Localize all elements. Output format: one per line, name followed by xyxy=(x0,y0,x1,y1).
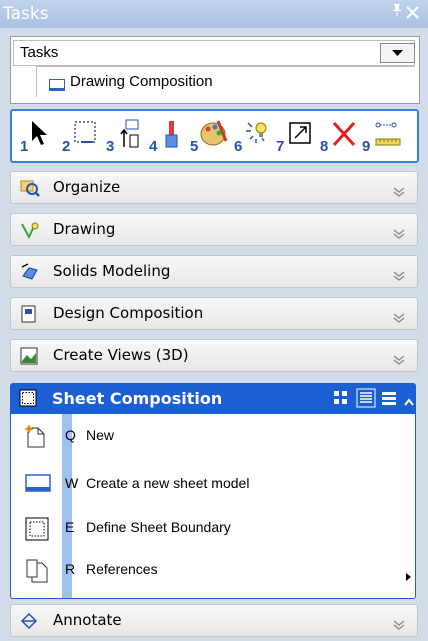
palette-icon xyxy=(200,120,228,146)
section-label: Design Composition xyxy=(53,304,204,322)
window-title: Tasks xyxy=(3,4,49,24)
light-bulb-icon xyxy=(246,122,267,143)
task-label: Drawing Composition xyxy=(70,73,213,90)
section-label: Drawing xyxy=(53,220,116,238)
task-drawing-composition[interactable]: Drawing Composition xyxy=(36,66,415,97)
hotkey: R xyxy=(65,561,76,577)
tool-8-delete[interactable]: 8 xyxy=(320,119,360,155)
tool-5-palette[interactable]: 5 xyxy=(190,119,230,155)
hotkey: W xyxy=(65,475,79,491)
section-label: Sheet Composition xyxy=(52,389,223,408)
chevron-double-down-icon xyxy=(393,182,405,201)
command-new[interactable]: Q New xyxy=(11,418,415,454)
section-drawing[interactable]: Drawing xyxy=(10,213,418,246)
section-solids-modeling[interactable]: Solids Modeling xyxy=(10,255,418,288)
drawing-composition-icon xyxy=(49,76,65,95)
tool-number: 4 xyxy=(149,138,158,155)
command-define-sheet-boundary[interactable]: E Define Sheet Boundary xyxy=(11,510,415,546)
design-composition-icon xyxy=(20,305,38,327)
tasks-dropdown[interactable]: Tasks xyxy=(13,40,415,66)
measure-icon xyxy=(375,122,401,146)
tasks-dropdown-value: Tasks xyxy=(20,44,59,61)
tool-number: 2 xyxy=(62,138,71,155)
command-label: Define Sheet Boundary xyxy=(86,519,231,535)
fence-icon xyxy=(74,121,96,143)
select-arrow-icon xyxy=(32,121,47,145)
section-label: Solids Modeling xyxy=(53,262,171,280)
annotate-icon xyxy=(20,612,38,634)
chevron-up-icon[interactable] xyxy=(403,392,415,411)
pin-icon[interactable] xyxy=(391,3,403,21)
chevron-double-down-icon xyxy=(393,350,405,369)
chevron-double-down-icon xyxy=(393,224,405,243)
section-label: Organize xyxy=(53,178,121,196)
solids-icon xyxy=(20,263,40,285)
section-sheet-composition[interactable]: Sheet Composition xyxy=(10,383,416,414)
tool-3-manipulate[interactable]: 3 xyxy=(106,119,146,155)
organize-icon xyxy=(20,179,40,201)
list-view-icon[interactable] xyxy=(356,388,376,412)
paint-brush-icon xyxy=(165,121,178,148)
tool-number: 8 xyxy=(320,138,329,155)
sheet-boundary-icon xyxy=(25,517,49,545)
sheet-composition-icon xyxy=(19,389,37,411)
tool-1-select[interactable]: 1 xyxy=(20,119,60,155)
section-label: Create Views (3D) xyxy=(53,346,189,364)
chevron-double-down-icon xyxy=(393,615,405,634)
tool-number: 5 xyxy=(190,138,199,155)
section-annotate[interactable]: Annotate xyxy=(10,604,418,637)
tool-9-measure[interactable]: 9 xyxy=(362,119,402,155)
chevron-double-down-icon xyxy=(393,266,405,285)
section-label: Annotate xyxy=(53,611,122,629)
tool-2-fence[interactable]: 2 xyxy=(62,119,102,155)
submenu-arrow-icon xyxy=(406,566,411,585)
tool-number: 6 xyxy=(234,138,243,155)
command-references[interactable]: R References xyxy=(11,552,415,588)
sheet-model-icon xyxy=(25,473,51,497)
section-design-composition[interactable]: Design Composition xyxy=(10,297,418,330)
section-create-views[interactable]: Create Views (3D) xyxy=(10,339,418,372)
detail-view-icon[interactable] xyxy=(381,390,397,410)
drawing-icon xyxy=(20,221,40,243)
dropdown-button[interactable] xyxy=(380,43,415,63)
references-icon xyxy=(25,559,49,587)
task-toolbar: 1 2 3 4 5 6 7 8 9 xyxy=(10,109,419,163)
manipulate-icon xyxy=(120,119,139,148)
icon-view-icon[interactable] xyxy=(333,390,349,410)
title-bar: Tasks xyxy=(0,0,428,28)
tool-7-scale[interactable]: 7 xyxy=(276,119,316,155)
tool-6-light[interactable]: 6 xyxy=(234,119,274,155)
command-create-sheet-model[interactable]: W Create a new sheet model xyxy=(11,466,415,502)
command-label: New xyxy=(86,427,115,443)
tool-number: 1 xyxy=(20,138,29,155)
chevron-down-icon xyxy=(392,50,403,56)
delete-x-icon xyxy=(332,121,356,147)
command-label: Create a new sheet model xyxy=(86,475,250,491)
chevron-double-down-icon xyxy=(393,308,405,327)
create-views-icon xyxy=(20,347,38,369)
close-icon[interactable] xyxy=(405,1,421,25)
command-label: References xyxy=(86,561,158,577)
section-organize[interactable]: Organize xyxy=(10,171,418,204)
hotkey: E xyxy=(65,519,75,535)
hotkey: Q xyxy=(65,427,76,443)
tool-number: 9 xyxy=(362,138,371,155)
scale-icon xyxy=(289,122,311,144)
new-icon xyxy=(25,425,47,453)
tool-number: 3 xyxy=(106,138,115,155)
tool-4-paint[interactable]: 4 xyxy=(149,119,189,155)
sheet-composition-body: Q New W Create a new sheet model E Defin… xyxy=(10,414,416,599)
tool-number: 7 xyxy=(276,138,285,155)
tasks-panel: Tasks Tasks Drawing Composition 1 2 3 4 … xyxy=(0,0,428,641)
